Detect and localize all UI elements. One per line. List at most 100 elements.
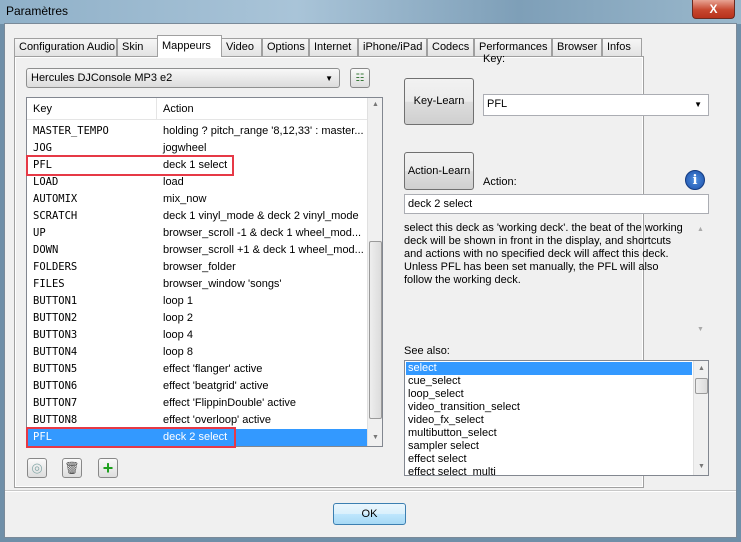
table-row[interactable]: UP browser_scroll -1 & deck 1 wheel_mod..… xyxy=(27,225,367,242)
scrollbar-thumb[interactable] xyxy=(695,378,708,394)
see-also-item[interactable]: effect select_multi xyxy=(406,466,692,475)
tab-browser[interactable]: Browser xyxy=(552,38,602,56)
trash-icon: 🗑 xyxy=(64,461,80,475)
scroll-down-icon[interactable]: ▼ xyxy=(372,434,379,441)
tab-mappeurs[interactable]: Mappeurs xyxy=(157,35,222,57)
table-row[interactable]: BUTTON3 loop 4 xyxy=(27,327,367,344)
see-also-item[interactable]: effect select xyxy=(406,453,692,466)
scrollbar-thumb[interactable] xyxy=(369,241,382,419)
table-row[interactable]: BUTTON2 loop 2 xyxy=(27,310,367,327)
table-row[interactable]: LOAD load xyxy=(27,174,367,191)
mapping-list-button[interactable]: ☷ xyxy=(350,68,370,88)
divider xyxy=(5,490,736,492)
table-row[interactable]: FILES browser_window 'songs' xyxy=(27,276,367,293)
key-label: Key: xyxy=(483,53,506,65)
device-select[interactable]: Hercules DJConsole MP3 e2 ▼ xyxy=(26,68,340,88)
tab-skin[interactable]: Skin xyxy=(117,38,158,56)
chevron-down-icon: ▼ xyxy=(325,74,333,83)
load-mapping-button[interactable]: ◎ xyxy=(27,458,47,478)
tab-options[interactable]: Options xyxy=(262,38,309,56)
mapping-list[interactable]: Key Action MASTER_TEMPO holding ? pitch_r… xyxy=(26,97,383,447)
row-action: browser_scroll -1 & deck 1 wheel_mod... xyxy=(163,227,362,239)
row-key: BUTTON7 xyxy=(33,397,78,409)
table-row[interactable]: BUTTON4 loop 8 xyxy=(27,344,367,361)
description-scrollbar[interactable]: ▲ ▼ xyxy=(693,222,709,339)
see-also-scrollbar[interactable]: ▲ ▼ xyxy=(693,361,708,475)
row-key: FILES xyxy=(33,278,65,290)
row-key: AUTOMIX xyxy=(33,193,78,205)
action-learn-button[interactable]: Action-Learn xyxy=(404,152,474,190)
row-key: DOWN xyxy=(33,244,59,256)
title-bar xyxy=(0,0,741,24)
row-action: holding ? pitch_range '8,12,33' : master… xyxy=(163,125,364,137)
see-also-item[interactable]: video_fx_select xyxy=(406,414,692,427)
see-also-item[interactable]: cue_select xyxy=(406,375,692,388)
column-header-key[interactable]: Key xyxy=(27,98,157,120)
plus-icon: + xyxy=(102,458,114,478)
row-key: BUTTON1 xyxy=(33,295,78,307)
see-also-item[interactable]: loop_select xyxy=(406,388,692,401)
table-row[interactable]: BUTTON5 effect 'flanger' active xyxy=(27,361,367,378)
scroll-down-icon[interactable]: ▼ xyxy=(698,463,705,470)
tab-configuration-audio[interactable]: Configuration Audio xyxy=(14,38,117,56)
scroll-up-icon[interactable]: ▲ xyxy=(697,226,704,233)
row-action: effect 'FlippinDouble' active xyxy=(163,397,297,409)
tab-internet[interactable]: Internet xyxy=(309,38,358,56)
see-also-item[interactable]: select xyxy=(406,362,692,375)
close-button[interactable]: X xyxy=(692,0,735,19)
row-action: loop 4 xyxy=(163,329,193,341)
tab-codecs[interactable]: Codecs xyxy=(427,38,474,56)
row-key: BUTTON3 xyxy=(33,329,78,341)
highlight-box xyxy=(26,427,236,448)
key-select[interactable]: PFL ▼ xyxy=(483,94,709,116)
action-description: select this deck as 'working deck'. the … xyxy=(404,222,709,339)
tab-iphone-ipad[interactable]: iPhone/iPad xyxy=(358,38,427,56)
tab-infos[interactable]: Infos xyxy=(602,38,642,56)
table-row[interactable]: BUTTON6 effect 'beatgrid' active xyxy=(27,378,367,395)
row-key: FOLDERS xyxy=(33,261,78,273)
action-label: Action: xyxy=(483,176,517,188)
scroll-down-icon[interactable]: ▼ xyxy=(697,326,704,333)
mapping-list-scrollbar[interactable]: ▲ ▼ xyxy=(367,98,382,446)
table-row[interactable]: SCRATCH deck 1 vinyl_mode & deck 2 vinyl_… xyxy=(27,208,367,225)
see-also-label: See also: xyxy=(404,345,450,357)
info-icon[interactable]: i xyxy=(685,170,705,190)
description-text: select this deck as 'working deck'. the … xyxy=(404,222,683,286)
table-row[interactable]: MASTER_TEMPO holding ? pitch_range '8,12,… xyxy=(27,123,367,140)
chevron-down-icon: ▼ xyxy=(694,100,702,109)
row-action: load xyxy=(163,176,184,188)
row-key: BUTTON6 xyxy=(33,380,78,392)
row-key: LOAD xyxy=(33,176,59,188)
row-action: deck 1 vinyl_mode & deck 2 vinyl_mode xyxy=(163,210,359,222)
delete-button[interactable]: 🗑 xyxy=(62,458,82,478)
scroll-up-icon[interactable]: ▲ xyxy=(698,365,705,372)
add-button[interactable]: + xyxy=(98,458,118,478)
column-header-action[interactable]: Action xyxy=(157,98,367,120)
see-also-item[interactable]: video_transition_select xyxy=(406,401,692,414)
table-row[interactable]: BUTTON1 loop 1 xyxy=(27,293,367,310)
row-key: UP xyxy=(33,227,46,239)
row-action: loop 1 xyxy=(163,295,193,307)
see-also-item[interactable]: sampler select xyxy=(406,440,692,453)
action-input[interactable]: deck 2 select xyxy=(404,194,709,214)
table-row[interactable]: AUTOMIX mix_now xyxy=(27,191,367,208)
device-select-value: Hercules DJConsole MP3 e2 xyxy=(31,72,173,84)
row-action: effect 'beatgrid' active xyxy=(163,380,269,392)
tab-video[interactable]: Video xyxy=(221,38,262,56)
see-also-list[interactable]: select cue_select loop_select video_transit… xyxy=(404,360,709,476)
table-row[interactable]: BUTTON7 effect 'FlippinDouble' active xyxy=(27,395,367,412)
key-select-value: PFL xyxy=(487,98,508,110)
table-row[interactable]: FOLDERS browser_folder xyxy=(27,259,367,276)
window-title: Paramètres xyxy=(6,4,69,18)
see-also-item[interactable]: multibutton_select xyxy=(406,427,692,440)
row-action: effect 'flanger' active xyxy=(163,363,263,375)
table-row[interactable]: DOWN browser_scroll +1 & deck 1 wheel_mod… xyxy=(27,242,367,259)
row-action: loop 8 xyxy=(163,346,193,358)
list-icon: ☷ xyxy=(355,73,365,84)
ok-button[interactable]: OK xyxy=(333,503,406,525)
scroll-up-icon[interactable]: ▲ xyxy=(372,101,379,108)
row-key: BUTTON2 xyxy=(33,312,78,324)
row-action: browser_scroll +1 & deck 1 wheel_mod... xyxy=(163,244,364,256)
key-learn-button[interactable]: Key-Learn xyxy=(404,78,474,125)
see-also-items: select cue_select loop_select video_transit… xyxy=(406,362,692,475)
